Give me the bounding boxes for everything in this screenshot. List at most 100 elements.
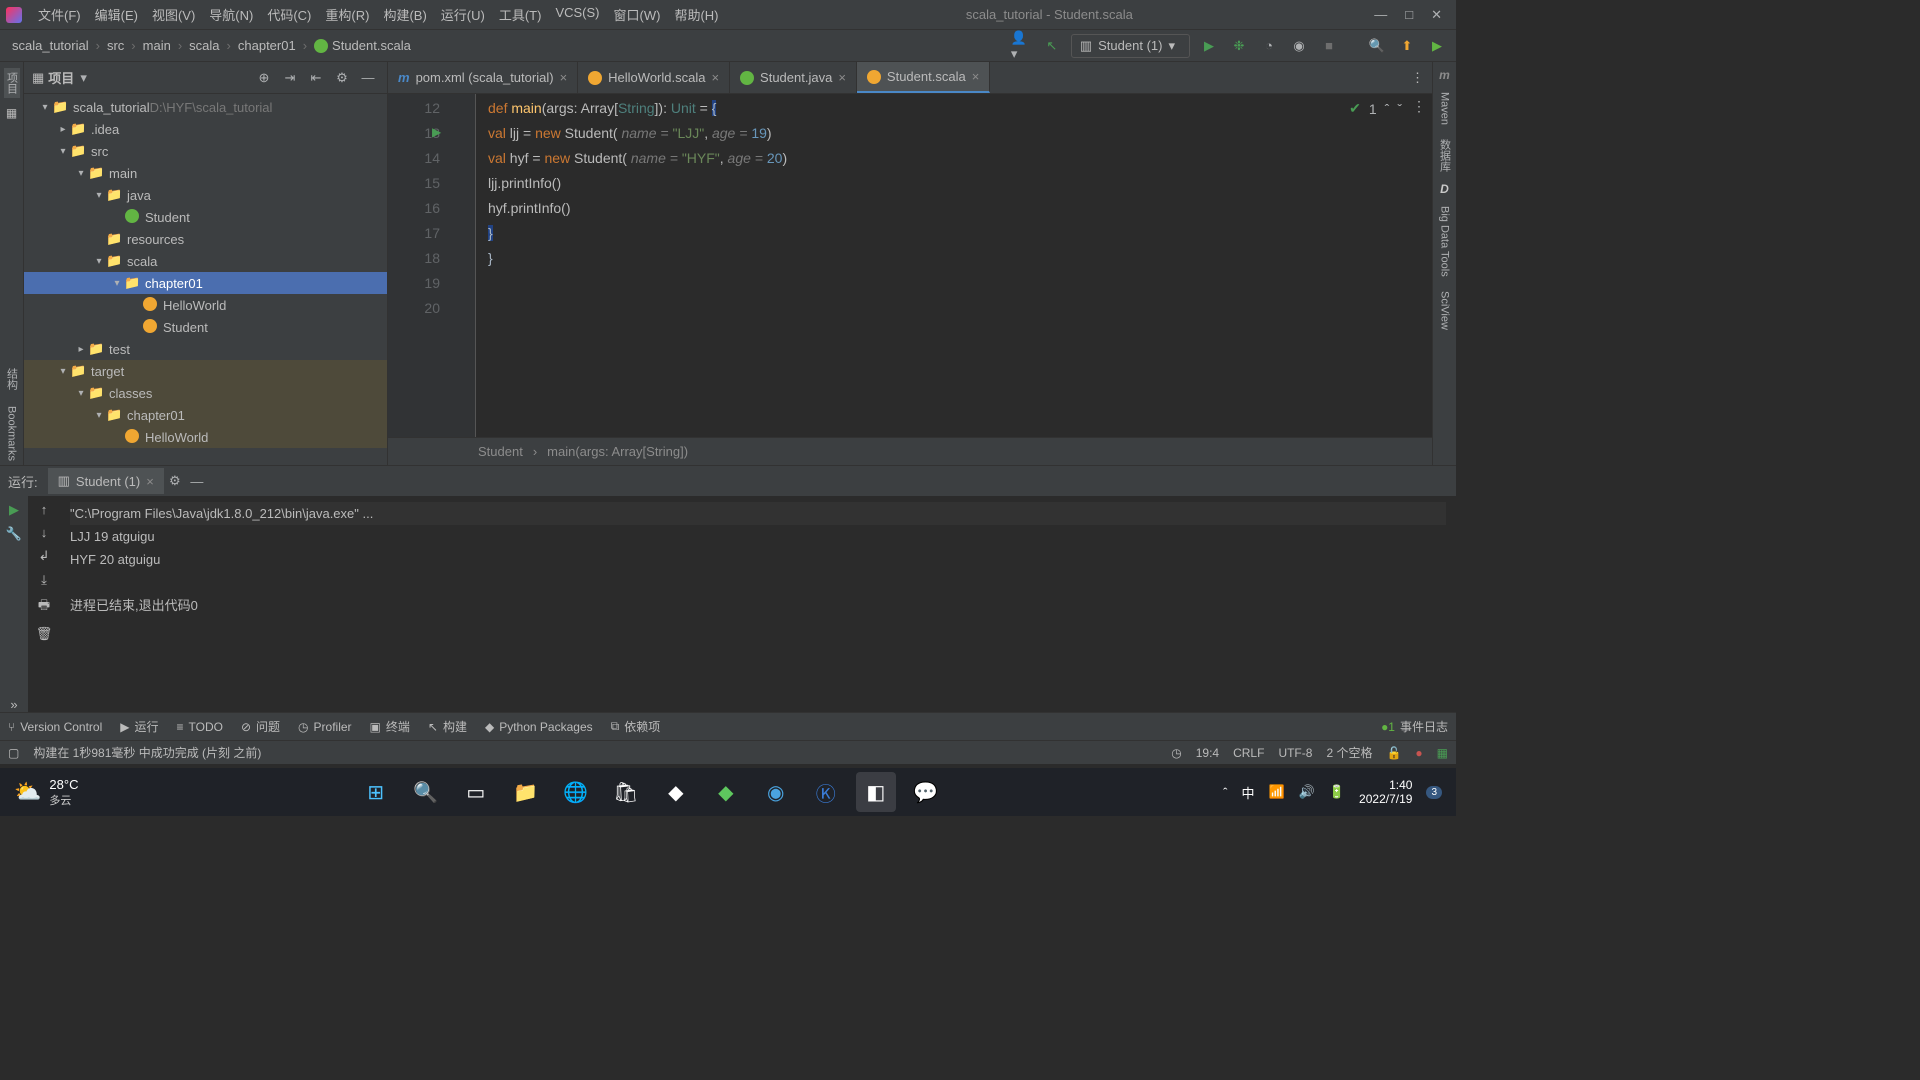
breadcrumb-item[interactable]: scala_tutorial: [8, 36, 93, 55]
settings-gear-icon[interactable]: ⚙: [331, 67, 353, 89]
event-log-button[interactable]: ●1事件日志: [1381, 718, 1448, 735]
maven-icon[interactable]: m: [1439, 68, 1450, 82]
menu-item[interactable]: 帮助(H): [668, 1, 724, 28]
bigdata-tool-button[interactable]: Big Data Tools: [1439, 202, 1451, 281]
close-run-tab-icon[interactable]: ×: [146, 474, 154, 489]
bookmarks-tool-button[interactable]: Bookmarks: [6, 402, 18, 465]
structure-tool-button[interactable]: 结构: [4, 364, 20, 394]
wechat-icon[interactable]: 💬: [906, 772, 946, 812]
breadcrumb-item[interactable]: chapter01: [234, 36, 300, 55]
tree-item[interactable]: ▾📁chapter01: [24, 404, 387, 426]
line-gutter[interactable]: ▶ 121314151617181920: [388, 94, 458, 437]
collapse-all-icon[interactable]: ⇤: [305, 67, 327, 89]
breadcrumb-item[interactable]: scala: [185, 36, 223, 55]
app-icon-2[interactable]: ◆: [706, 772, 746, 812]
run-more-icon[interactable]: »: [10, 697, 17, 712]
code-content[interactable]: def main(args: Array[String]): Unit = { …: [476, 94, 1432, 437]
expand-all-icon[interactable]: ⇥: [279, 67, 301, 89]
tree-item[interactable]: ▸📁test: [24, 338, 387, 360]
indent-setting[interactable]: 2 个空格: [1326, 744, 1372, 761]
tree-item[interactable]: Student: [24, 206, 387, 228]
tree-item[interactable]: ▾📁target: [24, 360, 387, 382]
menu-item[interactable]: 代码(C): [261, 1, 317, 28]
inspection-widget[interactable]: ✔ 1 ˆ ˇ: [1349, 100, 1402, 117]
breadcrumb-item[interactable]: Student.scala: [310, 36, 415, 56]
stop-button[interactable]: ■: [1318, 35, 1340, 57]
dependencies-button[interactable]: ⧉依赖项: [611, 718, 661, 735]
editor-tab[interactable]: mpom.xml (scala_tutorial)×: [388, 62, 578, 93]
close-button[interactable]: ✕: [1431, 7, 1442, 23]
coverage-button[interactable]: ◔: [1258, 35, 1280, 57]
line-separator[interactable]: CRLF: [1233, 746, 1264, 760]
notification-badge[interactable]: 3: [1426, 786, 1442, 799]
tree-item[interactable]: 📁resources: [24, 228, 387, 250]
weather-widget[interactable]: ⛅ 28°C 多云: [14, 777, 78, 808]
menu-item[interactable]: 视图(V): [146, 1, 201, 28]
terminal-toolwindow-button[interactable]: ▣终端: [370, 718, 410, 735]
tree-item[interactable]: ▾📁classes: [24, 382, 387, 404]
scroll-to-end-icon[interactable]: ⤓: [41, 572, 47, 588]
close-tab-icon[interactable]: ×: [972, 69, 980, 84]
wifi-icon[interactable]: 📶: [1268, 784, 1284, 800]
chevron-down-icon[interactable]: ▾: [80, 70, 87, 86]
menu-item[interactable]: 构建(B): [377, 1, 432, 28]
clear-console-icon[interactable]: 🗑: [36, 626, 53, 642]
tree-item[interactable]: HelloWorld: [24, 294, 387, 316]
profile-button[interactable]: ◉: [1288, 35, 1310, 57]
user-icon[interactable]: 👤▾: [1011, 35, 1033, 57]
run-button[interactable]: ▶: [1198, 35, 1220, 57]
sciview-tool-button[interactable]: SciView: [1439, 287, 1451, 334]
maven-tool-button[interactable]: Maven: [1439, 88, 1451, 129]
soft-wrap-icon[interactable]: ↲: [39, 548, 50, 564]
clock[interactable]: 1:40 2022/7/19: [1359, 778, 1412, 806]
tree-item[interactable]: ▾📁java: [24, 184, 387, 206]
run-gutter-icon[interactable]: ▶: [432, 120, 441, 145]
database-tool-button[interactable]: 数据库: [1437, 135, 1453, 176]
tree-item[interactable]: ▾📁scala: [24, 250, 387, 272]
next-highlight-icon[interactable]: ˇ: [1397, 101, 1402, 117]
print-icon[interactable]: 🖶: [38, 596, 50, 618]
editor-more-icon[interactable]: ⋮: [1412, 98, 1426, 115]
search-button[interactable]: 🔍: [1366, 35, 1388, 57]
close-tab-icon[interactable]: ×: [560, 70, 568, 85]
menu-item[interactable]: 重构(R): [319, 1, 375, 28]
tree-item[interactable]: ▾📁main: [24, 162, 387, 184]
tree-item[interactable]: ▾📁scala_tutorial D:\HYF\scala_tutorial: [24, 96, 387, 118]
status-window-icon[interactable]: ▢: [8, 746, 19, 760]
app-icon-4[interactable]: Ⓚ: [806, 772, 846, 812]
prev-highlight-icon[interactable]: ˆ: [1385, 101, 1390, 117]
editor-tab[interactable]: HelloWorld.scala×: [578, 62, 730, 93]
problems-toolwindow-button[interactable]: ⊘问题: [241, 718, 280, 735]
updates-button[interactable]: ⬆: [1396, 35, 1418, 57]
editor-tab[interactable]: Student.java×: [730, 62, 857, 93]
project-tree[interactable]: ▾📁scala_tutorial D:\HYF\scala_tutorial ▸📁…: [24, 94, 387, 465]
run-settings-gear-icon[interactable]: ⚙: [164, 470, 186, 492]
menu-item[interactable]: 运行(U): [435, 1, 491, 28]
hide-panel-icon[interactable]: —: [357, 67, 379, 89]
run-tool-wrench-icon[interactable]: 🔧: [6, 526, 22, 542]
vcs-toolwindow-button[interactable]: ⑂Version Control: [8, 720, 102, 734]
edge-icon[interactable]: 🌐: [556, 772, 596, 812]
minimize-button[interactable]: —: [1374, 7, 1387, 23]
readonly-lock-icon[interactable]: 🔓: [1386, 746, 1401, 760]
tree-item[interactable]: HelloWorld: [24, 426, 387, 448]
status-extra-icon[interactable]: ▦: [1437, 746, 1448, 760]
code-with-me-button[interactable]: ▶: [1426, 35, 1448, 57]
progress-icon[interactable]: ◷: [1171, 746, 1181, 760]
intellij-taskbar-icon[interactable]: ◧: [856, 772, 896, 812]
menu-item[interactable]: 编辑(E): [89, 1, 144, 28]
fold-column[interactable]: [458, 94, 476, 437]
tree-item[interactable]: Student: [24, 316, 387, 338]
run-toolwindow-button[interactable]: ▶运行: [120, 718, 158, 735]
memory-indicator-icon[interactable]: ●: [1415, 746, 1422, 760]
editor-tab[interactable]: Student.scala×: [857, 62, 990, 93]
menu-item[interactable]: 导航(N): [203, 1, 259, 28]
file-encoding[interactable]: UTF-8: [1278, 746, 1312, 760]
app-icon-1[interactable]: ◆: [656, 772, 696, 812]
menu-item[interactable]: 窗口(W): [608, 1, 667, 28]
down-stacktrace-icon[interactable]: ↓: [41, 525, 48, 540]
menu-item[interactable]: 工具(T): [493, 1, 548, 28]
close-tab-icon[interactable]: ×: [711, 70, 719, 85]
project-tool-button[interactable]: 项目: [4, 68, 20, 98]
bc-class[interactable]: Student: [478, 444, 523, 459]
